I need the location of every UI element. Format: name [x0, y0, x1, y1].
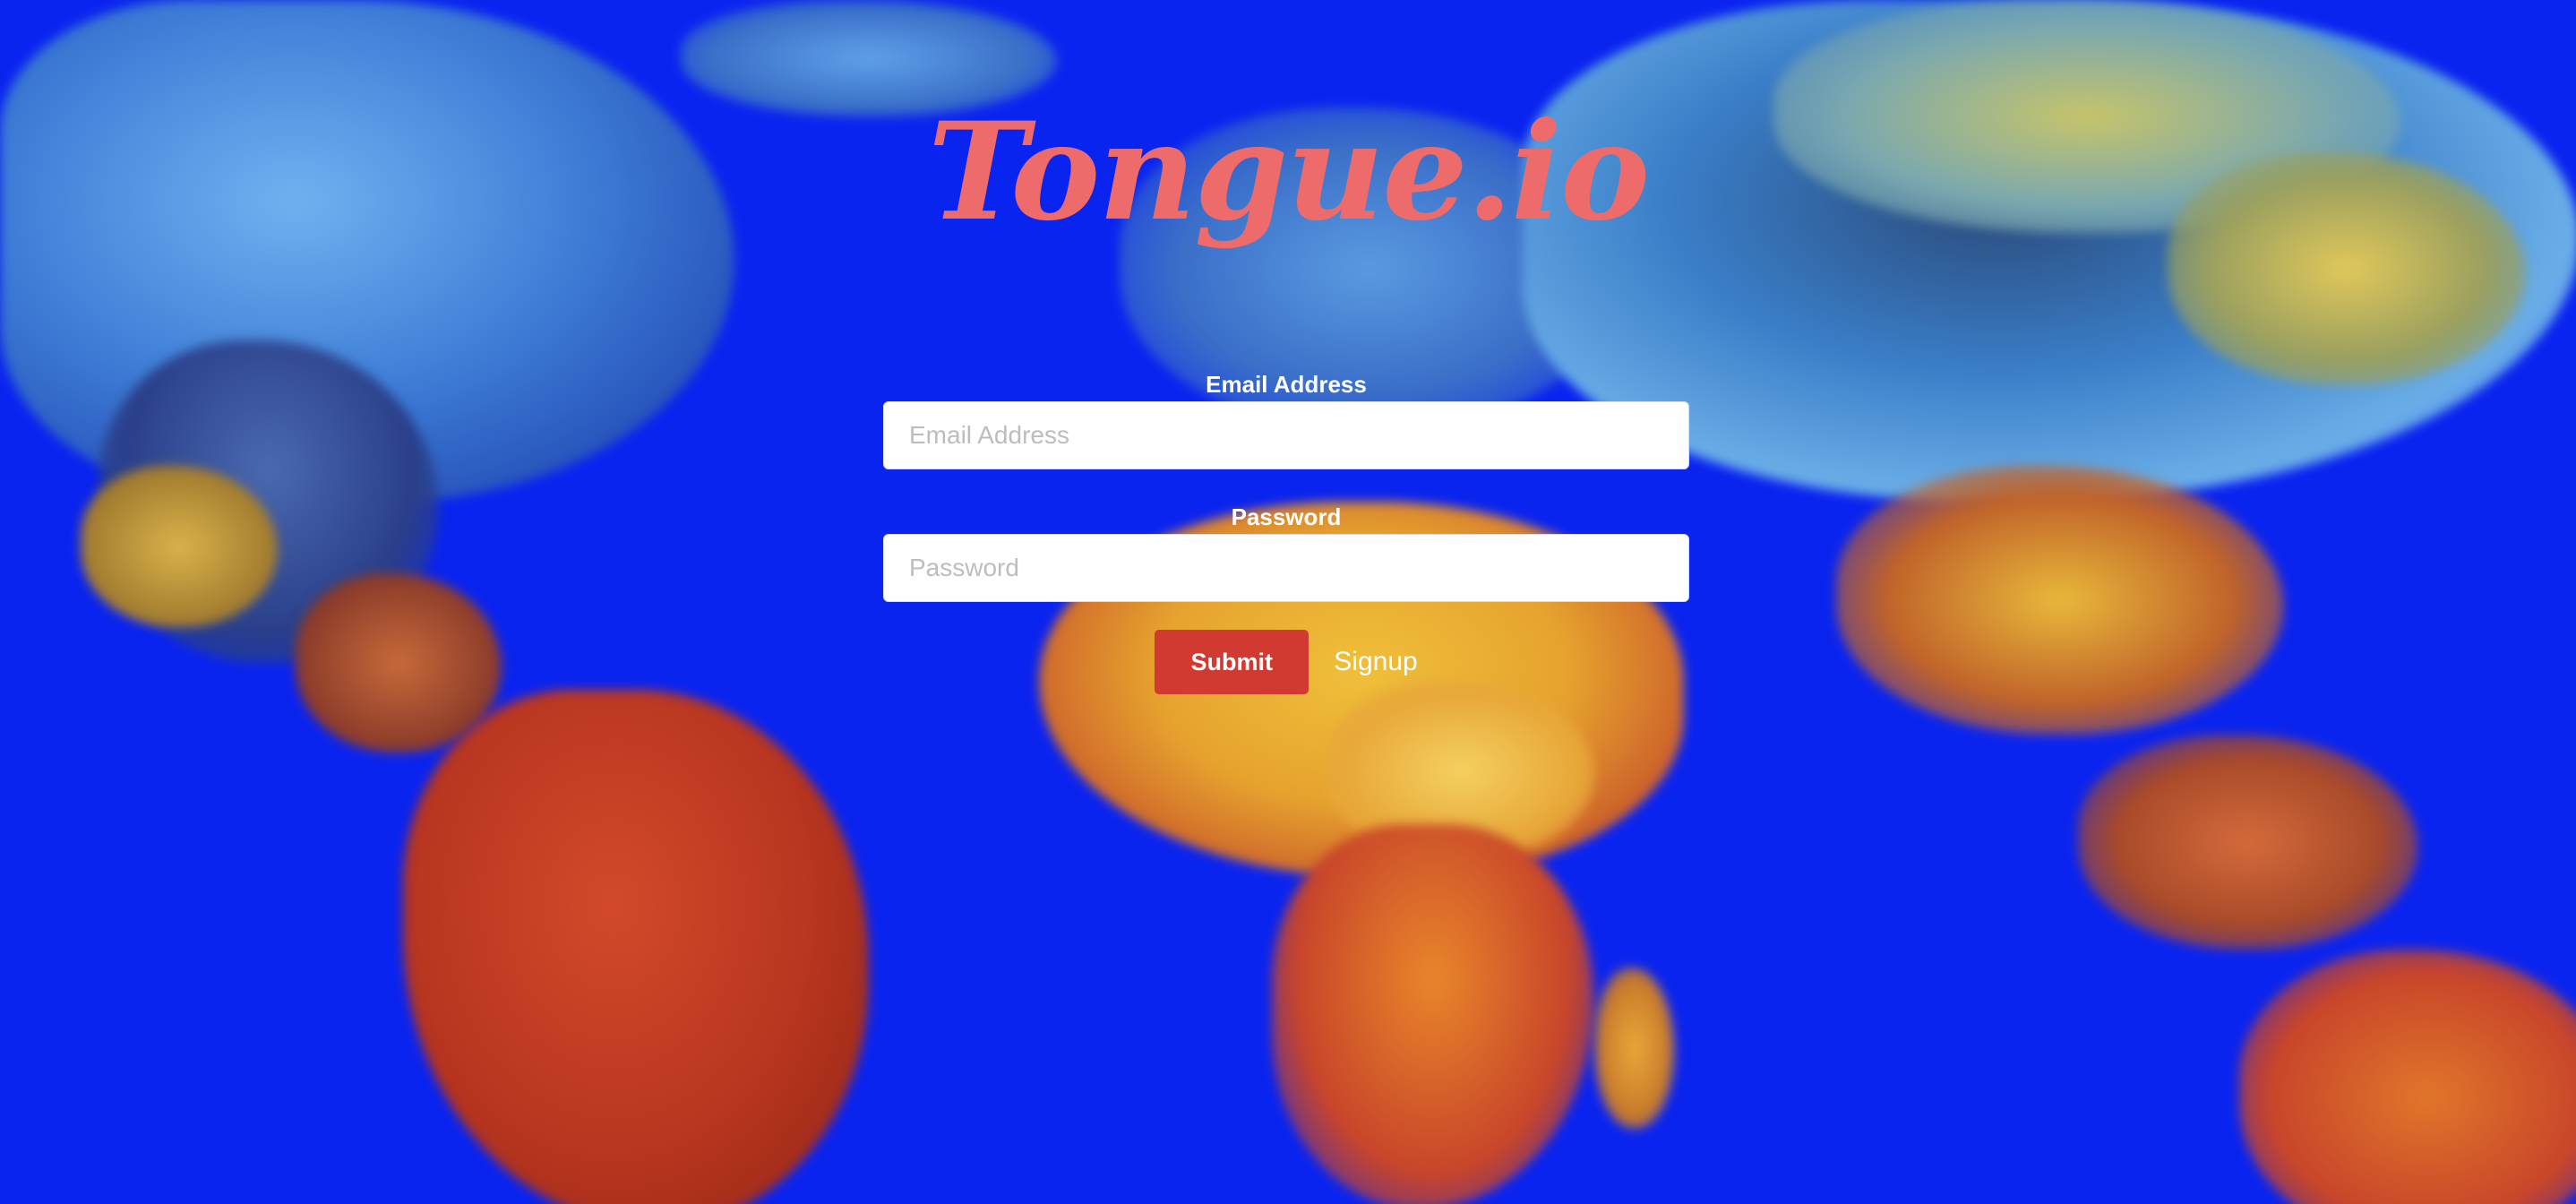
password-input[interactable] — [883, 534, 1689, 602]
login-form: Email Address Password Submit Signup — [883, 367, 1689, 695]
brand-logo: Tongue.io — [927, 93, 1650, 251]
email-input[interactable] — [883, 401, 1689, 469]
submit-button[interactable]: Submit — [1155, 630, 1309, 694]
password-label: Password — [1231, 503, 1342, 530]
login-page: Tongue.io Email Address Password Submit … — [0, 0, 2576, 1204]
signup-link[interactable]: Signup — [1334, 647, 1417, 677]
form-actions: Submit Signup — [883, 629, 1689, 695]
email-label: Email Address — [1206, 371, 1367, 398]
